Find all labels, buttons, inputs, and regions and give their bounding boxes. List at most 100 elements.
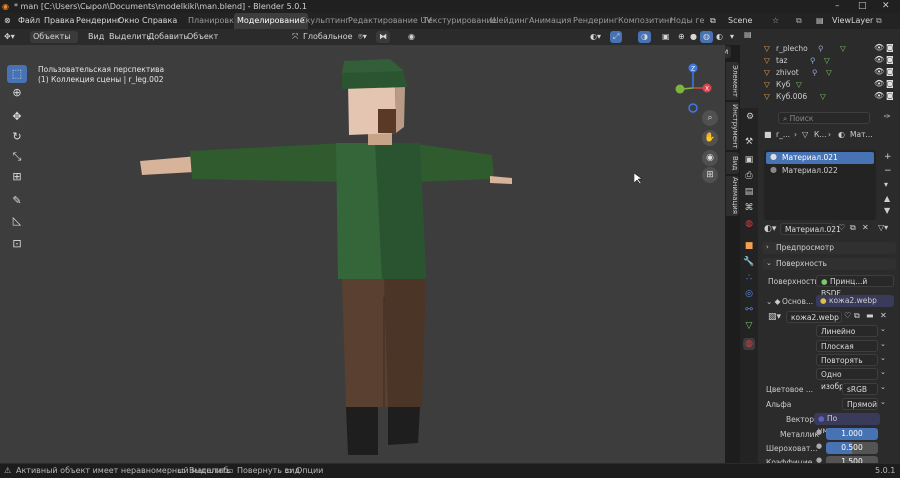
interpolation-dropdown[interactable]: Линейно [816,325,878,337]
proportional-icon[interactable]: ◉ [408,31,415,43]
constraint-tab-icon[interactable]: ⚯ [743,304,755,316]
camera-icon[interactable]: ◙ [886,79,894,88]
data-tab-icon[interactable]: ▽ [743,320,755,332]
alpha-dropdown[interactable]: Прямой [842,398,878,410]
character-model[interactable] [120,57,540,463]
unlink-icon[interactable]: ✕ [862,223,869,232]
material-slot[interactable]: ● Материал.022 [766,165,874,177]
cursor-tool-icon[interactable]: ⊕ [7,84,27,102]
eye-icon[interactable]: 👁 [874,91,884,100]
image-browse-icon[interactable]: ▧▾ [768,312,781,322]
tab-sculpting[interactable]: Скульптинг [300,13,350,29]
add-cube-tool-icon[interactable]: ⊡ [7,235,27,253]
orientation-dropdown[interactable]: Глобальное [303,31,353,43]
tab-tool[interactable]: Инструмент [726,102,739,150]
camera-icon[interactable]: ◙ [886,67,894,76]
camera-view-icon[interactable]: ◉ [702,150,718,166]
shading-render-icon[interactable]: ◐ [716,31,723,43]
material-slot[interactable]: ● Материал.021 [766,152,874,164]
menu-view[interactable]: Вид [88,31,104,43]
eye-icon[interactable]: 👁 [874,67,884,76]
outliner-editor-icon[interactable]: ▤ [744,30,752,39]
properties-search[interactable]: ⌕ Поиск [778,112,870,124]
maximize-icon[interactable]: □ [858,0,867,13]
pin-icon[interactable]: ☆ [772,13,779,29]
tab-item[interactable]: Элемент [726,62,739,100]
physics-tab-icon[interactable]: ◎ [743,288,755,300]
output-tab-icon[interactable]: ⎙ [743,170,755,182]
pan-hand-icon[interactable]: ✋ [702,130,718,146]
link-icon[interactable]: ▽▾ [878,223,888,232]
tab-layout[interactable]: Планировка [188,13,239,29]
tab-animation[interactable]: Анимация [529,13,571,29]
material-browse-icon[interactable]: ◐▾ [764,224,776,234]
menu-add[interactable]: Добавить [148,31,188,43]
tab-animation[interactable]: Анимация [726,176,739,216]
menu-object[interactable]: Объект [187,31,218,43]
source-dropdown[interactable]: Одно изображ... [816,368,878,391]
editor-type-icon[interactable]: ✥▾ [4,31,15,43]
tab-texture-paint[interactable]: Текстурирование [423,13,497,29]
tab-geometry-nodes[interactable]: Ноды ге [670,13,704,29]
tab-modeling[interactable]: Моделирование [234,13,308,29]
image-duplicate-icon[interactable]: ⧉ [854,311,860,321]
shading-wire-icon[interactable]: ⊕ [678,31,685,43]
preview-panel-header[interactable]: › Предпросмотр [762,242,896,254]
image-unlink-icon[interactable]: ✕ [880,311,887,320]
xray-icon[interactable]: ▣ [662,31,670,43]
scene-icon[interactable]: ⧉ [710,13,716,29]
slot-specials-icon[interactable]: ▾ [884,180,888,189]
menu-file[interactable]: Файл [18,13,40,29]
extension-dropdown[interactable]: Повторять [816,354,878,366]
zoom-icon[interactable]: ⌕ [702,110,718,126]
scene-tab-icon[interactable]: ⌘ [743,202,755,214]
base-color-expand-icon[interactable]: ⌄ ◆ [766,297,780,306]
transform-tool-icon[interactable]: ⊞ [7,168,27,186]
surface-shader-field[interactable]: ● Принц...й BSDF [816,275,894,298]
surface-panel-header[interactable]: ⌄ Поверхность [762,258,896,270]
ortho-toggle-icon[interactable]: ⊞ [702,167,718,183]
image-fake-user-icon[interactable]: ♡ [844,311,851,320]
visibility-icon[interactable]: ◐▾ [590,31,601,43]
orientation-icon[interactable]: ⤧ [292,31,298,43]
tab-view[interactable]: Вид [726,152,739,174]
delete-scene-icon[interactable]: ⧉ [796,13,802,29]
material-tab-icon[interactable]: ◍ [743,338,755,350]
view-layer-name[interactable]: ViewLayer [832,13,873,29]
menu-help[interactable]: Справка [142,13,177,29]
particles-tab-icon[interactable]: ∴ [743,272,755,284]
move-down-icon[interactable]: ▼ [884,206,890,215]
menu-render[interactable]: Рендеринг [76,13,121,29]
overlay-icon[interactable]: ◑ [638,31,651,43]
view-layer-add-icon[interactable]: ⧉ [876,13,882,29]
annotate-tool-icon[interactable]: ✎ [7,192,27,210]
pin-icon[interactable]: ✑ [884,112,891,121]
camera-icon[interactable]: ◙ [886,43,894,52]
add-slot-icon[interactable]: + [884,152,892,162]
vector-field[interactable]: ● По умолчанию [814,413,880,435]
3d-viewport[interactable]: Пользовательская перспектива (1) Коллекц… [0,45,725,463]
menu-edit[interactable]: Правка [44,13,74,29]
pivot-icon[interactable]: ⌾▾ [358,31,367,43]
shading-material-icon[interactable]: ◍ [700,31,713,43]
menu-window[interactable]: Окно [118,13,139,29]
tab-shading[interactable]: Шейдинг [490,13,529,29]
eye-icon[interactable]: 👁 [874,79,884,88]
object-tab-icon[interactable]: ■ [743,240,755,252]
camera-icon[interactable]: ◙ [886,55,894,64]
tab-uv-editing[interactable]: Редактирование UV [348,13,432,29]
base-color-link[interactable]: ● кожа2.webp [816,295,894,307]
mode-dropdown[interactable]: Объекты ▾ [30,31,78,53]
scene-name[interactable]: Scene [728,13,752,29]
metallic-slider[interactable]: 1.000 [826,428,878,440]
axis-gizmo[interactable]: Z X [668,61,718,115]
rotate-tool-icon[interactable]: ↻ [7,128,27,146]
render-tab-icon[interactable]: ▣ [743,154,755,166]
eye-icon[interactable]: 👁 [874,43,884,52]
gizmo-icon[interactable]: ⤢ [610,31,623,43]
properties-editor-icon[interactable]: ⚙ [746,112,754,122]
move-up-icon[interactable]: ▲ [884,194,890,203]
scale-tool-icon[interactable]: ⤡ [7,148,27,166]
tab-compositing[interactable]: Композитинг [618,13,673,29]
close-icon[interactable]: ✕ [882,0,890,13]
